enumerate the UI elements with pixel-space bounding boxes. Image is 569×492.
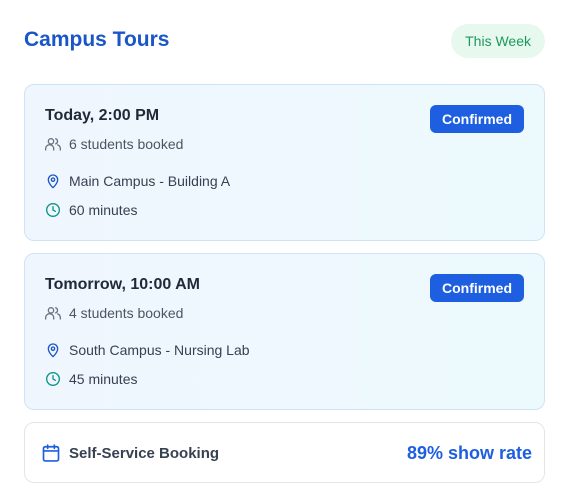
- tour-location: South Campus - Nursing Lab: [69, 342, 250, 358]
- students-booked: 6 students booked: [69, 136, 184, 152]
- page-title: Campus Tours: [24, 28, 170, 51]
- tour-duration: 60 minutes: [69, 202, 138, 218]
- header: Campus Tours This Week: [24, 24, 545, 60]
- location-row: Main Campus - Building A: [45, 173, 230, 189]
- users-icon: [45, 307, 61, 320]
- status-badge: Confirmed: [430, 274, 524, 302]
- duration-row: 45 minutes: [45, 371, 137, 387]
- show-rate-value: 89% show rate: [406, 443, 532, 463]
- self-service-booking-card[interactable]: Self-Service Booking 89% show rate: [24, 422, 545, 483]
- map-pin-icon: [47, 343, 59, 358]
- booking-label: Self-Service Booking: [69, 444, 220, 462]
- duration-row: 60 minutes: [45, 202, 137, 218]
- clock-icon: [46, 372, 60, 386]
- tour-location: Main Campus - Building A: [69, 173, 231, 189]
- students-row: 6 students booked: [45, 136, 183, 152]
- location-row: South Campus - Nursing Lab: [45, 342, 250, 358]
- students-row: 4 students booked: [45, 305, 183, 321]
- status-badge: Confirmed: [430, 105, 524, 133]
- booking-label-row: Self-Service Booking: [41, 443, 219, 463]
- tour-duration: 45 minutes: [69, 371, 138, 387]
- map-pin-icon: [47, 174, 59, 189]
- period-filter-pill[interactable]: This Week: [451, 24, 545, 58]
- users-icon: [45, 138, 61, 151]
- tour-card[interactable]: Today, 2:00 PM Confirmed 6 students book…: [24, 84, 545, 241]
- students-booked: 4 students booked: [69, 305, 184, 321]
- tour-card[interactable]: Tomorrow, 10:00 AM Confirmed 4 students …: [24, 253, 545, 410]
- tour-time: Today, 2:00 PM: [45, 107, 160, 124]
- tour-time: Tomorrow, 10:00 AM: [45, 276, 200, 293]
- calendar-icon: [42, 444, 60, 462]
- clock-icon: [46, 203, 60, 217]
